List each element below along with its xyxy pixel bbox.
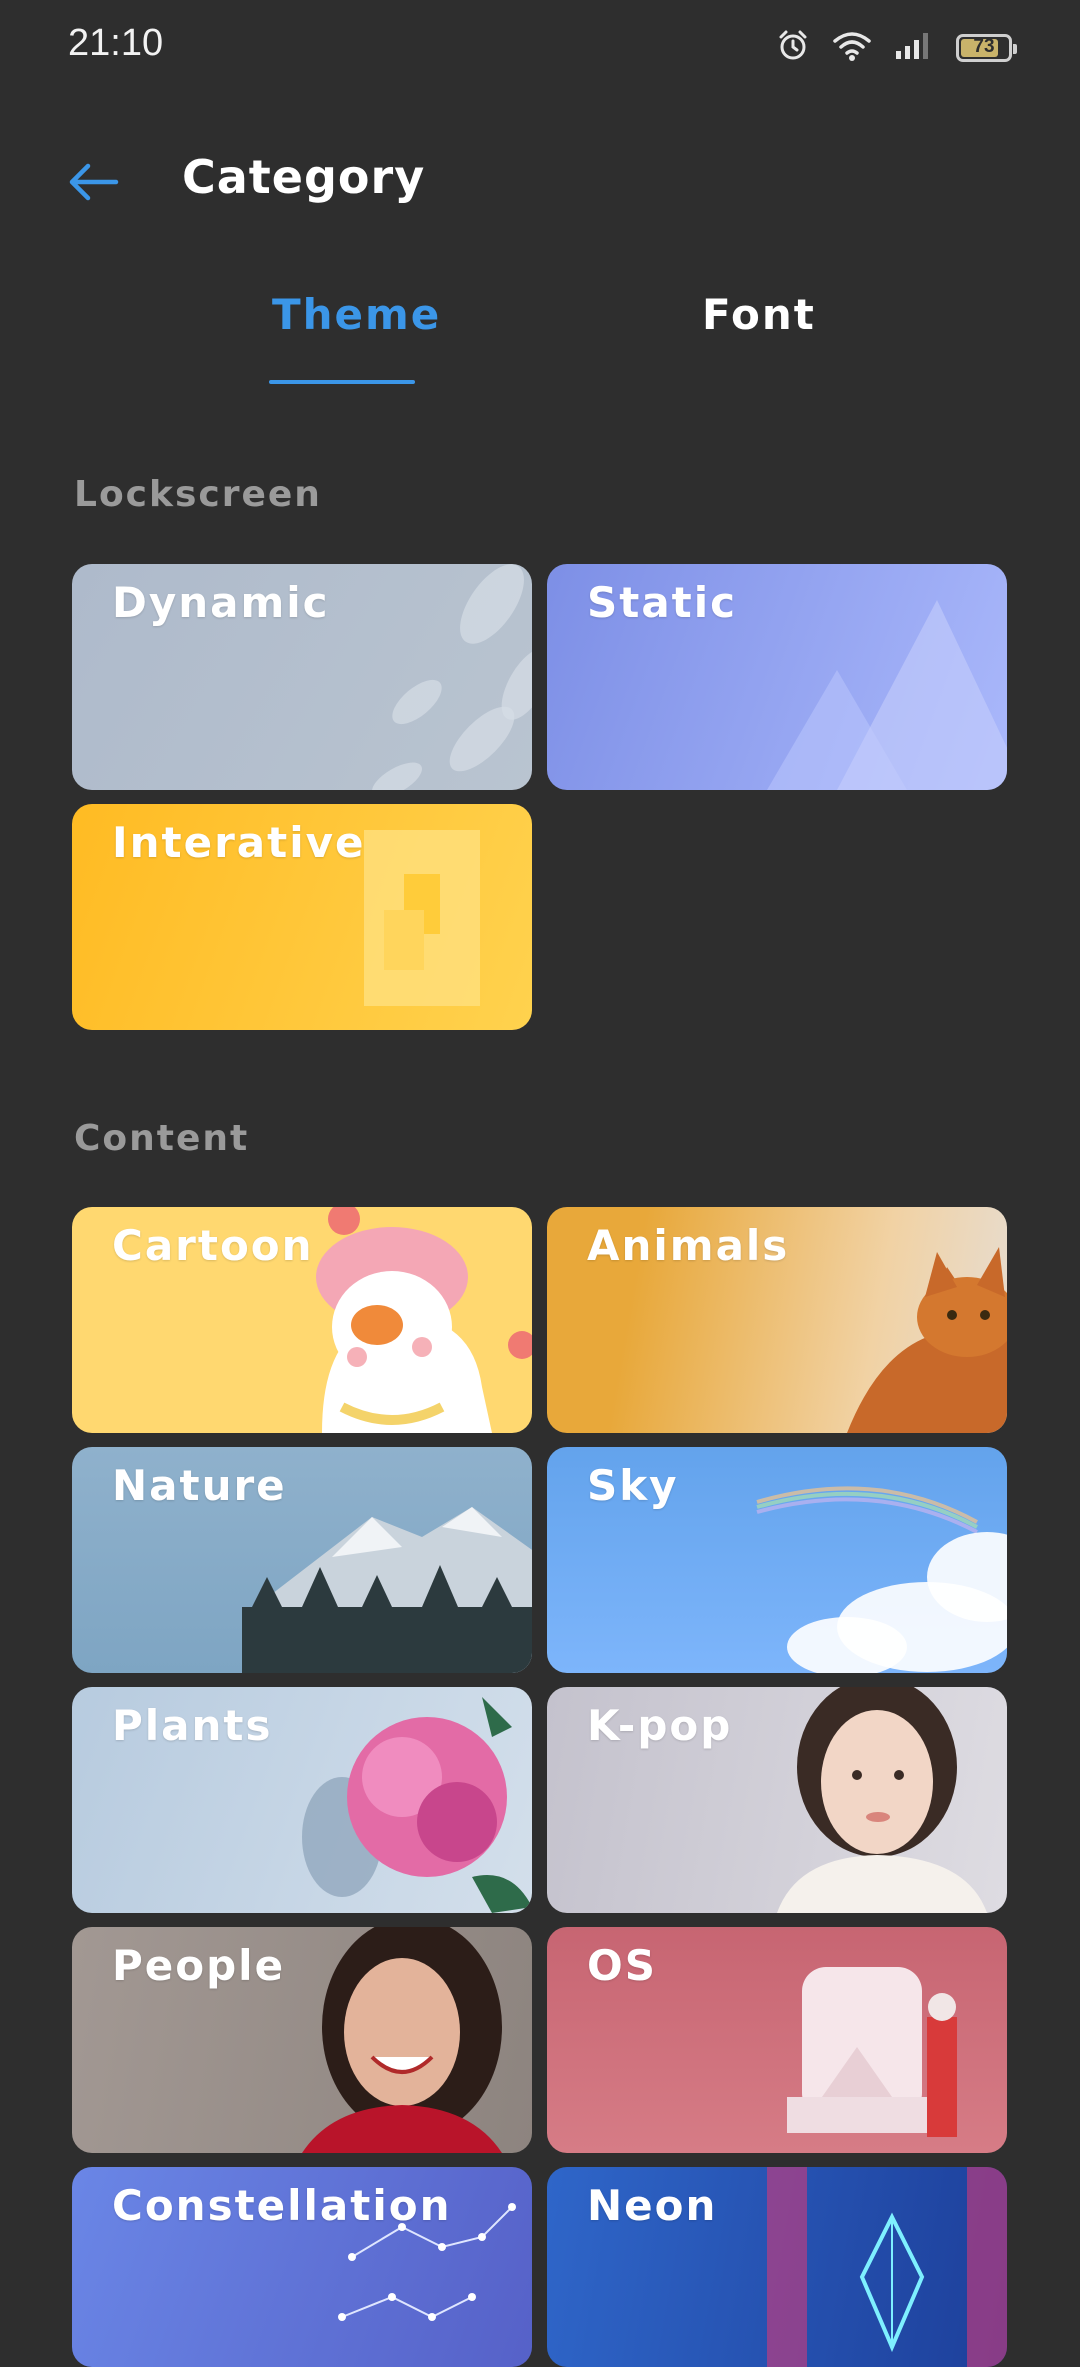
card-label: Cartoon (112, 1221, 314, 1270)
tab-bar: Theme Font (0, 282, 1080, 392)
section-label-content: Content (74, 1118, 250, 1159)
card-label: Sky (587, 1461, 679, 1510)
back-arrow-icon (69, 163, 119, 201)
card-animals[interactable]: Animals (547, 1207, 1007, 1433)
status-time: 21:10 (68, 22, 164, 64)
card-interative[interactable]: Interative (72, 804, 532, 1030)
status-bar: 21:10 73 (0, 0, 1080, 96)
card-nature[interactable]: Nature (72, 1447, 532, 1673)
card-label: OS (587, 1941, 657, 1990)
card-label: Animals (587, 1221, 790, 1270)
card-label: Neon (587, 2181, 718, 2230)
card-label: K-pop (587, 1701, 733, 1750)
status-icons: 73 (776, 28, 1017, 68)
card-people[interactable]: People (72, 1927, 532, 2153)
card-constellation[interactable]: Constellation (72, 2167, 532, 2367)
battery-level: 73 (973, 36, 995, 57)
card-label: Plants (112, 1701, 273, 1750)
alarm-icon (776, 29, 810, 67)
tab-font[interactable]: Font (702, 290, 816, 339)
card-label: Static (587, 578, 738, 627)
card-sky[interactable]: Sky (547, 1447, 1007, 1673)
card-label: Dynamic (112, 578, 330, 627)
tab-theme[interactable]: Theme (272, 290, 441, 339)
active-tab-indicator (269, 380, 415, 384)
card-neon[interactable]: Neon (547, 2167, 1007, 2367)
card-static[interactable]: Static (547, 564, 1007, 790)
card-label: Nature (112, 1461, 287, 1510)
header: Category (0, 140, 1080, 224)
card-os[interactable]: OS (547, 1927, 1007, 2153)
card-label: Interative (112, 818, 366, 867)
card-label: People (112, 1941, 286, 1990)
wifi-icon (832, 30, 872, 66)
signal-icon (894, 31, 934, 65)
page-title: Category (182, 150, 426, 204)
card-kpop[interactable]: K-pop (547, 1687, 1007, 1913)
card-dynamic[interactable]: Dynamic (72, 564, 532, 790)
back-button[interactable] (64, 158, 124, 206)
card-label: Constellation (112, 2181, 452, 2230)
card-cartoon[interactable]: Cartoon (72, 1207, 532, 1433)
section-label-lockscreen: Lockscreen (74, 474, 322, 515)
battery-icon: 73 (956, 34, 1017, 62)
card-plants[interactable]: Plants (72, 1687, 532, 1913)
